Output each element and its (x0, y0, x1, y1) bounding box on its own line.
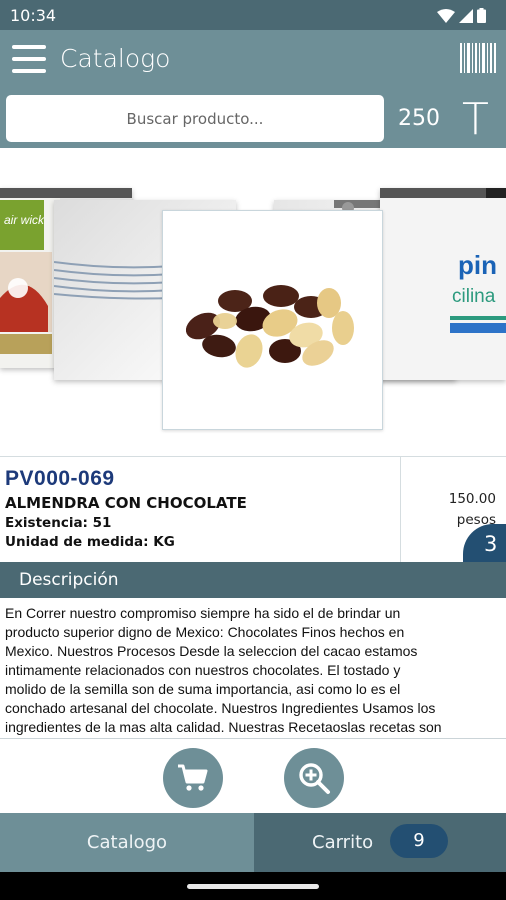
air-wick-label: air wick (4, 213, 45, 227)
barcode-icon[interactable] (460, 43, 496, 73)
product-price: 150.00 (448, 491, 496, 507)
shopping-cart-icon (178, 764, 208, 791)
zoom-in-icon (299, 763, 330, 794)
status-icons (437, 8, 486, 23)
quantity-badge-value: 3 (484, 532, 498, 556)
status-bar: 10:34 (0, 0, 506, 30)
pin-label: pin (458, 250, 497, 280)
search-row: 250 T (0, 90, 506, 148)
description-line: molido de la semilla son de suma importa… (5, 681, 401, 697)
tab-carrito-label: Carrito (312, 832, 374, 853)
hamburger-menu-icon[interactable] (12, 43, 48, 77)
tab-catalogo-label: Catalogo (86, 832, 168, 853)
item-count: 250 (398, 106, 440, 131)
description-title: Descripción (19, 570, 119, 590)
wifi-icon (437, 8, 455, 23)
product-carousel[interactable]: air wick pin cilina (0, 148, 506, 456)
system-navigation-bar (0, 872, 506, 900)
tab-carrito[interactable]: Carrito 9 (254, 813, 506, 872)
description-line: producto superior digno de Mexico: Choco… (5, 624, 405, 640)
description-line: conchado artesanal del chocolate. Nuestr… (5, 700, 436, 716)
battery-icon (477, 8, 486, 23)
product-info: PV000-069 ALMENDRA CON CHOCOLATE Existen… (0, 456, 506, 563)
description-header: Descripción (0, 562, 506, 598)
app-screen: 10:34 Catalogo 250 (0, 0, 506, 900)
chocolate-almonds-image (163, 211, 382, 429)
chocolate-almonds-card[interactable] (162, 210, 383, 430)
product-unit: Unidad de medida: KG (5, 534, 175, 550)
medicine-box-image: pin cilina (380, 188, 506, 380)
add-to-cart-button[interactable] (163, 748, 223, 808)
app-bar: Catalogo (0, 30, 506, 90)
home-gesture-handle[interactable] (187, 884, 319, 889)
product-stock: Existencia: 51 (5, 515, 112, 531)
description-line: Mexico. Nuestros Procesos Desde la selec… (5, 643, 418, 659)
description-body[interactable]: En Correr nuestro compromiso siempre ha … (0, 598, 506, 738)
divider (0, 738, 506, 739)
app-title: Catalogo (60, 44, 171, 73)
product-name: ALMENDRA CON CHOCOLATE (5, 494, 247, 512)
product-sku: PV000-069 (5, 467, 115, 490)
tab-catalogo[interactable]: Catalogo (0, 813, 254, 872)
description-line: ingredientes de la mas alta calidad. Nue… (5, 719, 442, 735)
search-input[interactable] (6, 95, 384, 142)
cilina-label: cilina (452, 286, 496, 307)
zoom-in-button[interactable] (284, 748, 344, 808)
bottom-navigation: Catalogo Carrito 9 (0, 813, 506, 872)
signal-icon (459, 8, 473, 23)
text-tool-button[interactable]: T (462, 94, 489, 145)
cart-count-badge: 9 (390, 824, 448, 858)
medicine-product-card[interactable]: pin cilina (380, 188, 506, 380)
divider (400, 457, 401, 563)
status-time: 10:34 (10, 6, 57, 25)
description-line: En Correr nuestro compromiso siempre ha … (5, 605, 401, 621)
description-line: intimamente relacionados con nuestros ch… (5, 662, 401, 678)
